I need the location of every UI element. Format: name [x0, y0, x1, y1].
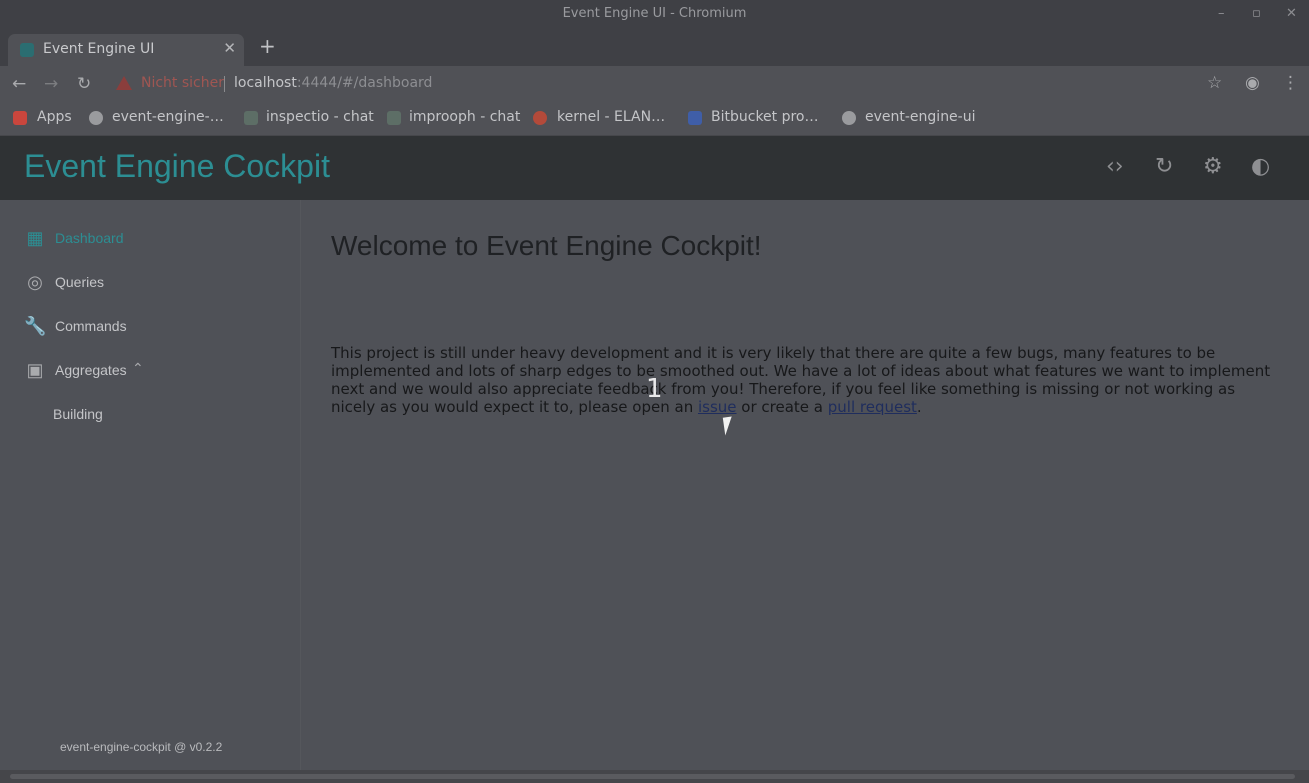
toolbar: ← → ↻ Nicht sicher localhost:4444/#/dash… — [0, 66, 1309, 102]
bookmark-bitbucket[interactable]: Bitbucket pro… — [711, 109, 819, 125]
elan-icon — [533, 111, 547, 125]
sidebar-item-label: Queries — [55, 274, 105, 290]
bookmark-improoph-chat[interactable]: improoph - chat — [409, 109, 520, 125]
bookmark-star-icon[interactable]: ☆ — [1207, 73, 1222, 93]
dashboard-icon: ▦ — [26, 228, 44, 248]
intro-text-middle: or create a — [736, 398, 828, 416]
query-icon: ◎ — [27, 272, 43, 292]
scrollbar-thumb[interactable] — [10, 774, 1295, 779]
reload-icon[interactable]: ↻ — [77, 74, 91, 94]
sidebar-item-label: Aggregates — [55, 362, 127, 378]
page-title: Welcome to Event Engine Cockpit! — [331, 230, 762, 261]
chat-app-icon — [387, 111, 401, 125]
window-title: Event Engine UI - Chromium — [562, 6, 747, 21]
url-field[interactable]: localhost:4444/#/dashboard — [234, 75, 432, 91]
minimize-button[interactable]: – — [1218, 0, 1225, 28]
security-warning[interactable]: Nicht sicher — [141, 75, 224, 91]
tab-title: Event Engine UI — [43, 41, 155, 57]
profile-icon[interactable]: ◉ — [1245, 73, 1260, 93]
back-icon[interactable]: ← — [12, 74, 26, 94]
wrench-icon: 🔧 — [24, 316, 47, 336]
chevron-up-icon[interactable]: ⌃ — [132, 360, 144, 377]
refresh-icon[interactable]: ↻ — [1155, 154, 1173, 179]
bookmark-event-engine[interactable]: event-engine-… — [112, 109, 224, 125]
chip-icon: ▣ — [26, 360, 44, 380]
theme-icon[interactable]: ◐ — [1251, 154, 1270, 179]
browser-tab[interactable]: Event Engine UI ✕ — [8, 34, 244, 66]
bookmark-kernel-elan[interactable]: kernel - ELAN… — [557, 109, 665, 125]
url-host: localhost — [234, 75, 297, 91]
sidebar-item-label: Commands — [55, 318, 127, 334]
warning-icon[interactable] — [116, 76, 132, 90]
pull-request-link[interactable]: pull request — [828, 398, 917, 416]
close-window-button[interactable]: ✕ — [1286, 0, 1297, 28]
menu-icon[interactable]: ⋮ — [1282, 73, 1299, 93]
window-titlebar: Event Engine UI - Chromium — [0, 0, 1309, 28]
apps-grid-icon — [13, 111, 27, 125]
tab-close-icon[interactable]: ✕ — [223, 39, 236, 57]
horizontal-scrollbar[interactable] — [0, 770, 1309, 783]
settings-icon[interactable]: ⚙ — [1203, 154, 1223, 179]
app-header: Event Engine Cockpit ‹› ↻ ⚙ ◐ — [0, 136, 1309, 200]
app-title[interactable]: Event Engine Cockpit — [24, 148, 330, 185]
bookmark-event-engine-ui[interactable]: event-engine-ui — [865, 109, 976, 125]
step-marker: 1 — [646, 374, 663, 404]
omnibox-divider — [224, 76, 225, 92]
maximize-button[interactable]: ▫ — [1252, 0, 1261, 28]
bookmark-inspectio-chat[interactable]: inspectio - chat — [266, 109, 374, 125]
intro-text-end: . — [916, 398, 922, 416]
bookmark-apps[interactable]: Apps — [37, 109, 72, 125]
sidebar-subitem-building[interactable]: Building — [53, 406, 103, 422]
url-path: :4444/#/dashboard — [296, 75, 433, 91]
intro-paragraph: This project is still under heavy develo… — [331, 344, 1281, 416]
new-tab-button[interactable]: + — [259, 34, 276, 58]
issue-link[interactable]: issue — [698, 398, 737, 416]
forward-icon[interactable]: → — [44, 74, 58, 94]
bookmarks-bar: Apps event-engine-… inspectio - chat imp… — [0, 102, 1309, 136]
mouse-cursor-icon — [722, 416, 735, 436]
bitbucket-icon — [688, 111, 702, 125]
globe-icon — [89, 111, 103, 125]
sidebar-item-label: Dashboard — [55, 230, 124, 246]
globe-icon — [842, 111, 856, 125]
version-label: event-engine-cockpit @ v0.2.2 — [60, 740, 223, 754]
tab-strip: Event Engine UI ✕ + — [0, 28, 1309, 66]
react-favicon-icon — [20, 43, 34, 57]
chat-app-icon — [244, 111, 258, 125]
code-icon[interactable]: ‹› — [1106, 154, 1124, 179]
